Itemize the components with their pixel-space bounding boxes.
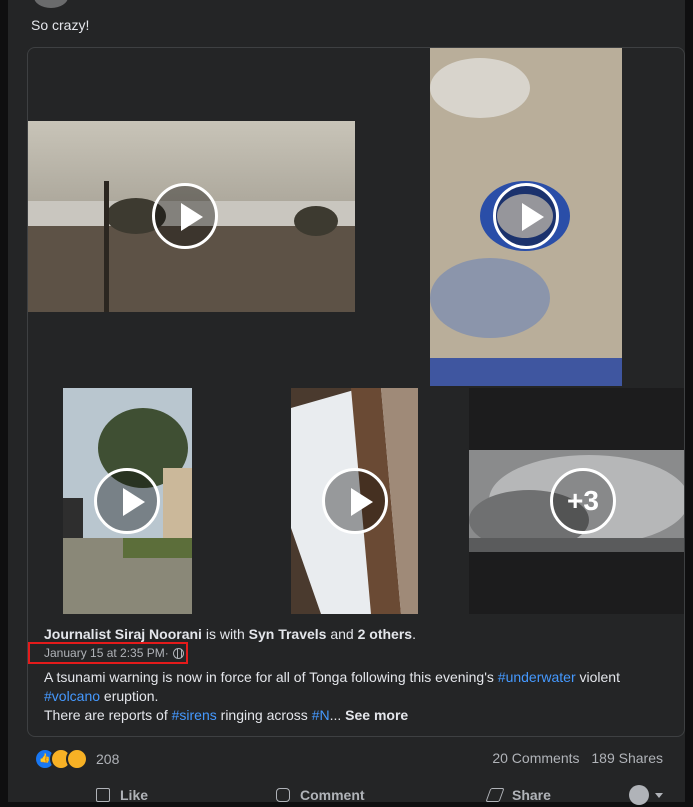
tagged-others[interactable]: 2 others [358, 626, 412, 642]
sad-reaction-icon [66, 748, 88, 770]
more-media-count[interactable]: +3 [550, 468, 616, 534]
hashtag-underwater[interactable]: #underwater [498, 669, 576, 685]
video-thumbnail-street[interactable] [63, 388, 192, 614]
play-icon[interactable] [94, 468, 160, 534]
shares-count[interactable]: 189 Shares [591, 750, 663, 766]
video-thumbnail-window[interactable] [291, 388, 418, 614]
comments-count[interactable]: 20 Comments [492, 750, 579, 766]
share-icon [485, 788, 505, 802]
video-thumbnail-satellite[interactable] [430, 48, 622, 386]
tagged-page[interactable]: Syn Travels [249, 626, 327, 642]
more-media-tile[interactable]: +3 [469, 388, 684, 614]
comment-button[interactable]: Comment [276, 787, 365, 803]
post-text: So crazy! [31, 17, 90, 33]
author-avatar[interactable] [34, 0, 68, 8]
play-icon[interactable] [152, 183, 218, 249]
post-timestamp[interactable]: January 15 at 2:35 PM · [44, 646, 184, 660]
post-card: So crazy! +3 Journalist Siraj Noorani is… [8, 0, 685, 805]
author-line: Journalist Siraj Noorani is with Syn Tra… [44, 626, 416, 642]
audience-avatar-icon[interactable] [629, 785, 649, 805]
video-thumbnail-beach[interactable] [28, 121, 355, 312]
like-icon [96, 788, 110, 802]
author-name[interactable]: Journalist Siraj Noorani [44, 626, 202, 642]
reactions-summary[interactable]: 208 [34, 748, 119, 770]
engagement-stats: 20 Comments 189 Shares [484, 750, 663, 766]
action-bar: Like Comment Share [8, 785, 685, 807]
hashtag-n[interactable]: #N [312, 707, 330, 723]
timestamp-text[interactable]: January 15 at 2:35 PM [44, 646, 165, 660]
comment-icon [276, 788, 290, 802]
like-button[interactable]: Like [96, 787, 148, 803]
chevron-down-icon[interactable] [655, 793, 663, 798]
hashtag-sirens[interactable]: #sirens [172, 707, 217, 723]
play-icon[interactable] [322, 468, 388, 534]
see-more-link[interactable]: See more [345, 707, 408, 723]
play-icon[interactable] [493, 183, 559, 249]
post-description: A tsunami warning is now in force for al… [44, 669, 620, 723]
share-button[interactable]: Share [485, 787, 551, 803]
globe-icon [172, 647, 184, 659]
reaction-count[interactable]: 208 [96, 751, 119, 767]
hashtag-volcano[interactable]: #volcano [44, 688, 100, 704]
